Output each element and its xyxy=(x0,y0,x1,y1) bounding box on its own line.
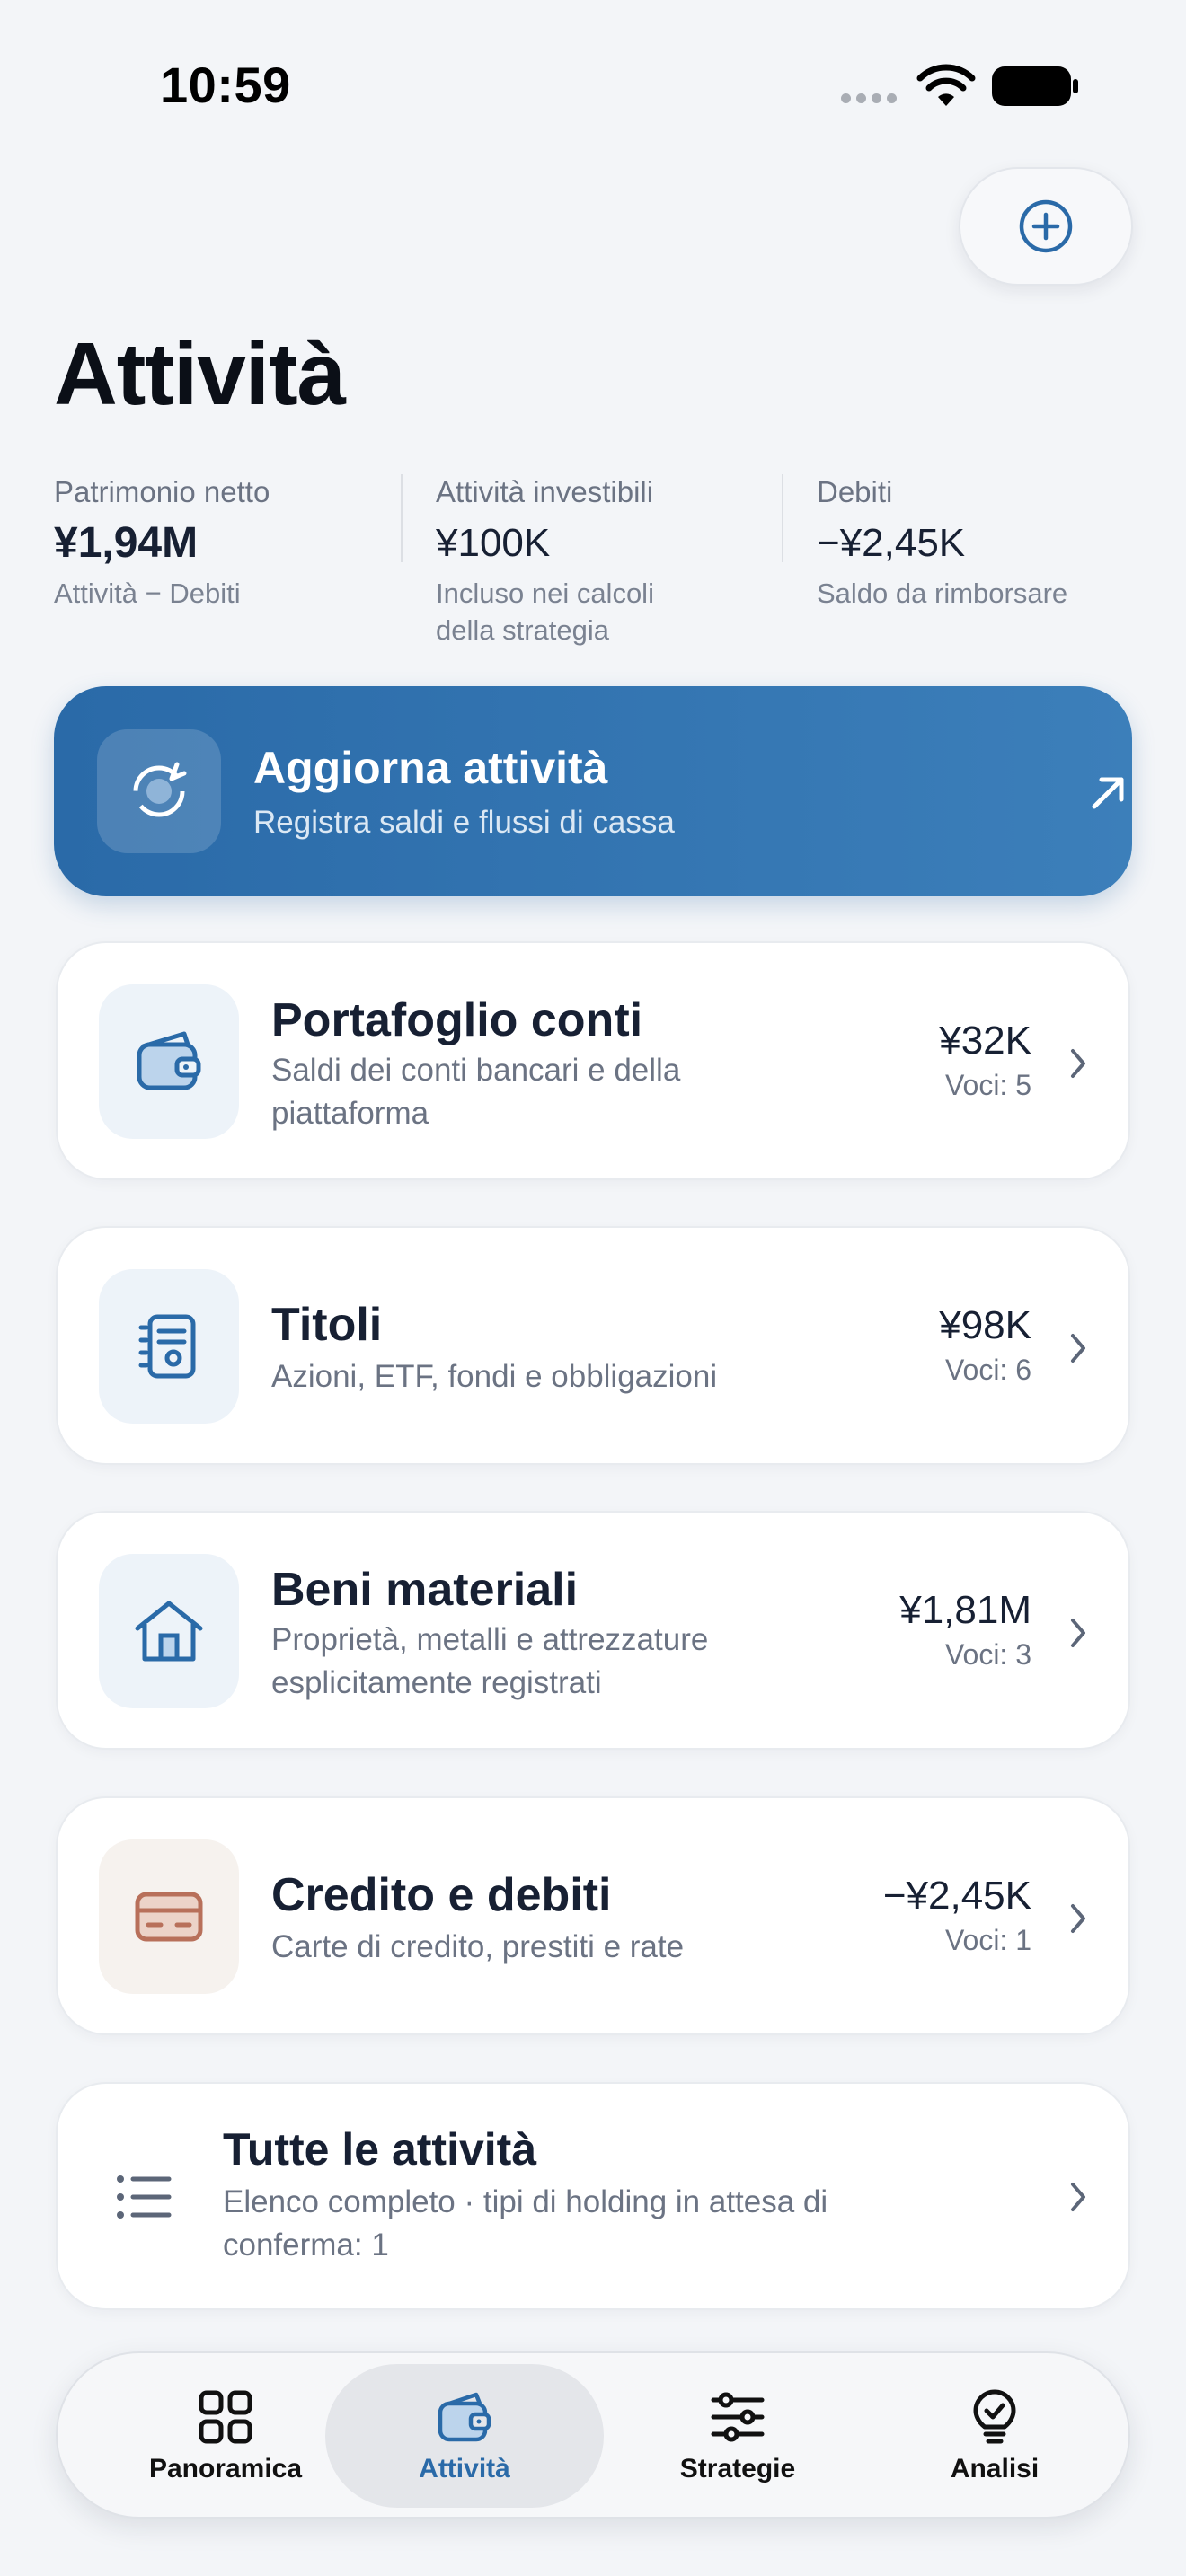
category-count: Voci: 1 xyxy=(944,1924,1031,1956)
category-card-accounts[interactable]: Portafoglio conti Saldi dei conti bancar… xyxy=(56,941,1130,1180)
all-activities-title: Tutte le attività xyxy=(223,2124,537,2175)
category-amount: ¥1,81M xyxy=(899,1588,1031,1632)
investable-note-line1: Incluso nei calcoli xyxy=(436,578,654,609)
net-worth-value: ¥1,94M xyxy=(54,519,199,567)
category-amount: ¥32K xyxy=(939,1019,1031,1063)
wallet-icon xyxy=(438,2392,491,2442)
sliders-icon xyxy=(711,2392,765,2442)
tab-label: Attività xyxy=(419,2454,510,2483)
plus-circle-icon xyxy=(1019,199,1073,253)
tab-label: Strategie xyxy=(679,2454,796,2483)
tab-label: Panoramica xyxy=(148,2454,303,2483)
category-icon-box xyxy=(99,1269,239,1424)
add-button[interactable] xyxy=(959,167,1133,286)
category-subtitle: Proprietà, metalli e attrezzature esplic… xyxy=(271,1622,709,1700)
tab-strategies[interactable]: Strategie xyxy=(607,2364,868,2508)
category-count: Voci: 6 xyxy=(944,1354,1031,1386)
wifi-icon xyxy=(916,64,976,106)
hero-title: Aggiorna attività xyxy=(253,743,608,793)
lightbulb-icon xyxy=(973,2389,1016,2444)
status-bar: 10:59 xyxy=(0,0,1186,171)
grid-icon xyxy=(199,2390,252,2444)
category-subtitle: Carte di credito, prestiti e rate xyxy=(271,1929,685,1964)
tab-analysis[interactable]: Analisi xyxy=(864,2364,1125,2508)
status-time: 10:59 xyxy=(160,57,291,113)
tab-overview[interactable]: Panoramica xyxy=(95,2364,356,2508)
category-amount: ¥98K xyxy=(939,1303,1031,1347)
hero-subtitle: Registra saldi e flussi di cassa xyxy=(253,805,675,840)
category-card-securities[interactable]: Titoli Azioni, ETF, fondi e obbligazioni… xyxy=(56,1226,1130,1465)
credit-card-icon xyxy=(135,1892,203,1942)
summary-panel: Patrimonio netto ¥1,94M Attività − Debit… xyxy=(54,472,1132,652)
chevron-right-icon xyxy=(1071,1904,1085,1933)
divider xyxy=(782,474,783,562)
investable-label: Attività investibili xyxy=(436,475,654,508)
cellular-signal-icon xyxy=(841,93,897,103)
tab-label: Analisi xyxy=(950,2454,1040,2483)
net-worth-note: Attività − Debiti xyxy=(54,578,241,609)
category-icon-box xyxy=(99,984,239,1139)
document-icon xyxy=(138,1314,196,1379)
investable-summary: Attività investibili ¥100K Incluso nei c… xyxy=(436,472,654,648)
all-activities-card[interactable]: Tutte le attività Elenco completo · tipi… xyxy=(56,2082,1130,2310)
category-count: Voci: 3 xyxy=(944,1638,1031,1671)
investable-value: ¥100K xyxy=(436,521,551,565)
house-icon xyxy=(135,1601,203,1662)
arrow-up-right-icon xyxy=(1092,777,1124,809)
category-card-physical-assets[interactable]: Beni materiali Proprietà, metalli e attr… xyxy=(56,1511,1130,1750)
all-activities-subtitle: Elenco completo · tipi di holding in att… xyxy=(223,2184,828,2263)
debts-value: −¥2,45K xyxy=(817,521,966,565)
net-worth-label: Patrimonio netto xyxy=(54,475,270,508)
update-activities-button[interactable]: Aggiorna attività Registra saldi e fluss… xyxy=(54,686,1132,896)
chevron-right-icon xyxy=(1071,1619,1085,1647)
category-title: Credito e debiti xyxy=(271,1869,612,1921)
list-icon xyxy=(117,2175,172,2219)
chevron-right-icon xyxy=(1071,1334,1085,1363)
debts-note: Saldo da rimborsare xyxy=(817,578,1068,609)
category-count: Voci: 5 xyxy=(944,1069,1031,1101)
debts-label: Debiti xyxy=(817,475,893,508)
category-title: Beni materiali xyxy=(271,1564,579,1616)
net-worth-summary: Patrimonio netto ¥1,94M Attività − Debit… xyxy=(54,472,270,612)
wallet-icon xyxy=(137,1031,201,1090)
chevron-right-icon xyxy=(1071,2183,1085,2211)
debts-summary: Debiti −¥2,45K Saldo da rimborsare xyxy=(817,472,1067,612)
category-card-credit-debts[interactable]: Credito e debiti Carte di credito, prest… xyxy=(56,1796,1130,2035)
category-subtitle: Azioni, ETF, fondi e obbligazioni xyxy=(271,1359,718,1394)
category-amount: −¥2,45K xyxy=(882,1874,1031,1918)
divider xyxy=(401,474,403,562)
hero-icon-box xyxy=(97,729,221,853)
tab-activities[interactable]: Attività xyxy=(325,2364,604,2508)
category-title: Portafoglio conti xyxy=(271,994,643,1046)
category-icon-box xyxy=(99,1839,239,1994)
category-icon-box xyxy=(99,1554,239,1708)
refresh-icon xyxy=(133,762,187,817)
investable-note-line2: della strategia xyxy=(436,614,610,646)
category-subtitle: Saldi dei conti bancari e della piattafo… xyxy=(271,1053,681,1131)
battery-icon xyxy=(992,66,1078,106)
category-title: Titoli xyxy=(271,1299,383,1351)
page-title: Attività xyxy=(54,324,346,423)
tab-bar: Panoramica Attività Strategie Analisi xyxy=(56,2351,1130,2519)
chevron-right-icon xyxy=(1071,1049,1085,1078)
